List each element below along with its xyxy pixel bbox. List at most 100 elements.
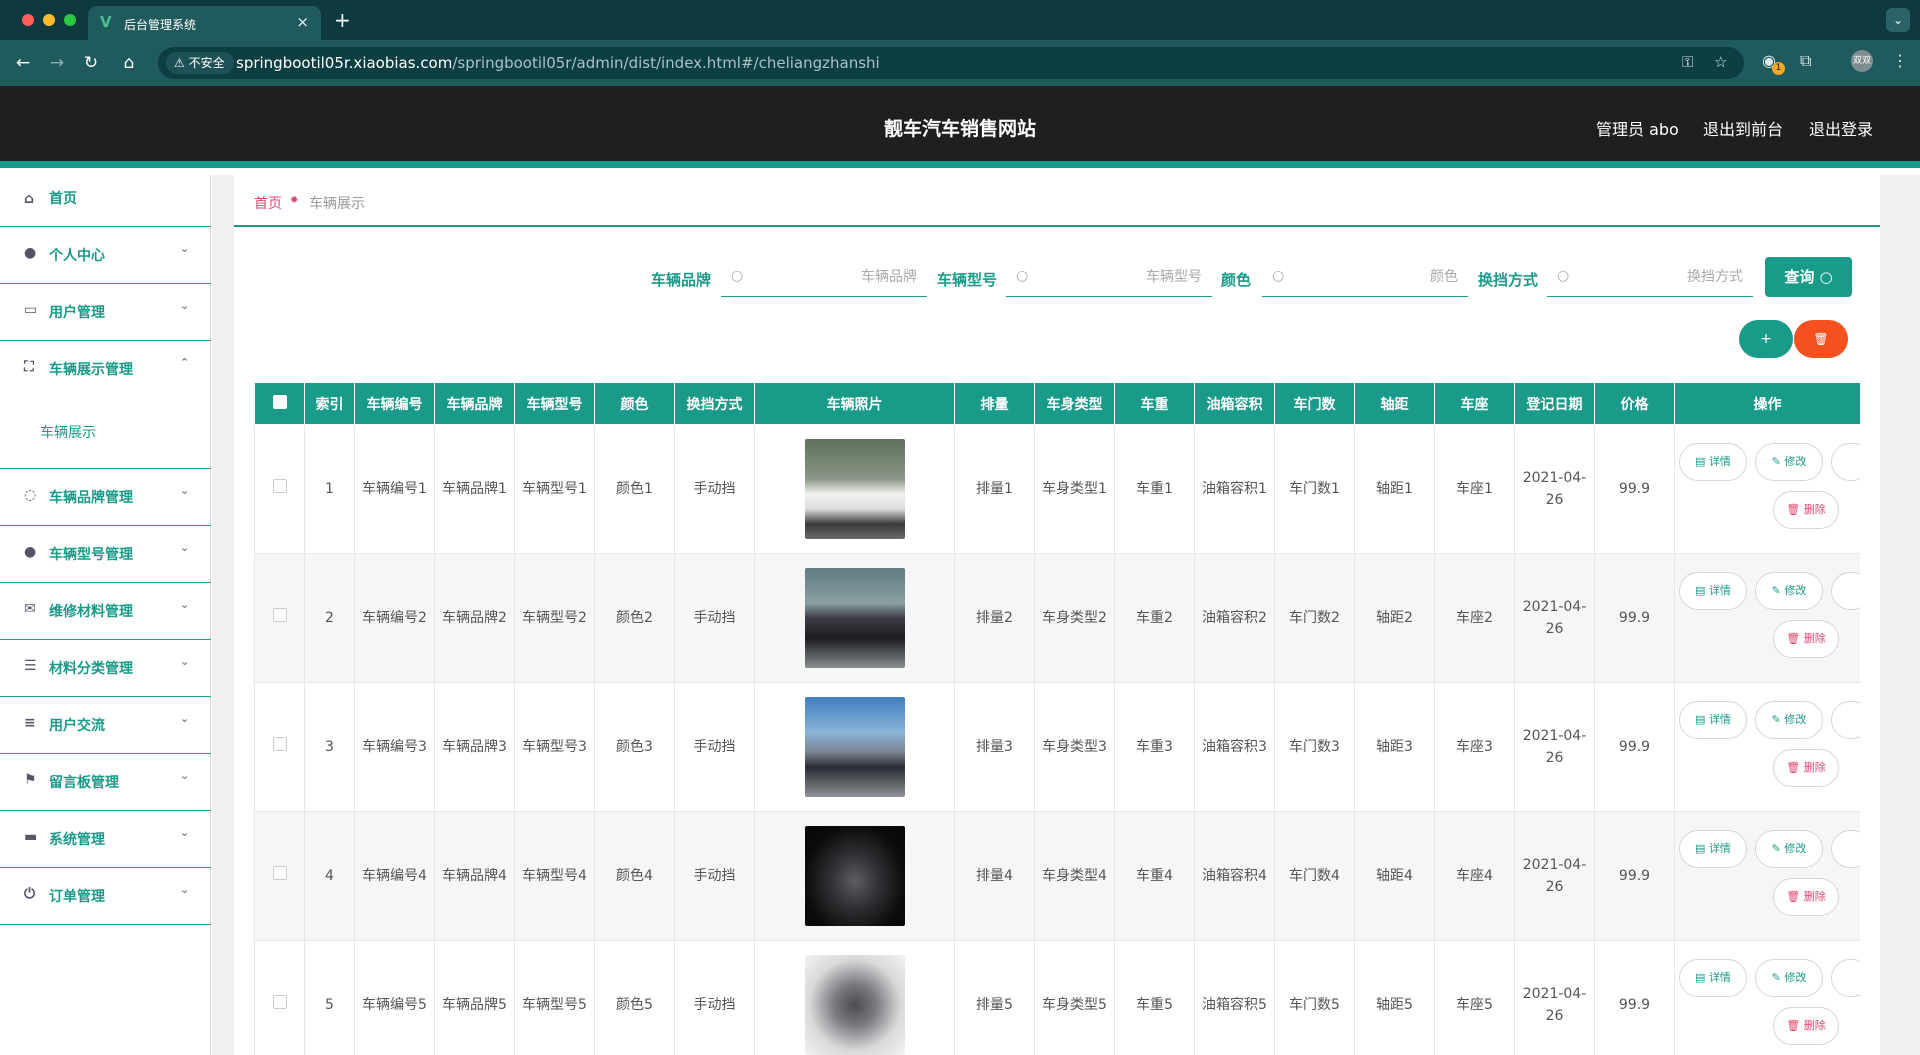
car-photo[interactable] — [804, 439, 905, 539]
detail-button[interactable]: ▤ 详情 — [1679, 959, 1747, 997]
edit-button[interactable]: ✎ 修改 — [1755, 443, 1823, 481]
color-filter-field[interactable]: ○ — [1262, 257, 1468, 297]
sidebar-item-guestbook[interactable]: ⚑ 留言板管理 ⌄ — [0, 754, 211, 811]
edit-button[interactable]: ✎ 修改 — [1755, 701, 1823, 739]
car-photo[interactable] — [804, 955, 905, 1055]
sidebar-item-user-exchange[interactable]: ≡ 用户交流 ⌄ — [0, 697, 211, 754]
detail-button[interactable]: ▤ 详情 — [1679, 830, 1747, 868]
more-row-action-button[interactable] — [1831, 572, 1860, 610]
sidebar-item-label: 车辆品牌管理 — [49, 490, 133, 506]
detail-button[interactable]: ▤ 详情 — [1679, 443, 1747, 481]
row-actions-cell: ▤ 详情 ✎ 修改 🗑 删除 — [1674, 940, 1860, 1055]
gear-filter-field[interactable]: ○ — [1547, 257, 1753, 297]
cell-tank: 油箱容积3 — [1194, 682, 1275, 812]
row-select-cell[interactable] — [254, 940, 305, 1055]
column-header: 车座 — [1434, 382, 1515, 425]
more-row-action-button[interactable] — [1831, 443, 1860, 481]
sidebar-item-label: 留言板管理 — [49, 775, 119, 791]
edit-button[interactable]: ✎ 修改 — [1755, 959, 1823, 997]
sidebar-subitem-car-display[interactable]: 车辆展示 — [0, 400, 211, 469]
star-icon[interactable]: ☆ — [1714, 53, 1727, 71]
row-checkbox[interactable] — [272, 866, 287, 880]
edit-button[interactable]: ✎ 修改 — [1755, 572, 1823, 610]
sidebar-item-brand[interactable]: ◌ 车辆品牌管理 ⌄ — [0, 469, 211, 526]
detail-button[interactable]: ▤ 详情 — [1679, 701, 1747, 739]
detail-button[interactable]: ▤ 详情 — [1679, 572, 1747, 610]
browser-tab[interactable]: V 后台管理系统 × — [88, 6, 321, 40]
sidebar-item-model[interactable]: ● 车辆型号管理 ⌄ — [0, 526, 211, 583]
gear-filter-input[interactable] — [1575, 261, 1743, 293]
brand-filter-field[interactable]: ○ — [721, 257, 927, 297]
more-icon[interactable]: ⋮ — [1892, 51, 1908, 70]
batch-delete-button[interactable]: 🗑 — [1794, 320, 1848, 358]
maximize-window-button[interactable] — [64, 14, 76, 26]
reload-icon[interactable]: ↻ — [78, 50, 104, 76]
car-photo[interactable] — [804, 568, 905, 668]
back-icon[interactable]: ← — [10, 50, 36, 76]
address-bar[interactable]: ⚠ 不安全 springbootil05r.xiaobias.com/sprin… — [158, 47, 1744, 79]
more-row-action-button[interactable] — [1831, 701, 1860, 739]
row-select-cell[interactable] — [254, 811, 305, 941]
car-photo-cell — [754, 553, 955, 683]
key-icon[interactable]: ⚿ — [1682, 53, 1693, 71]
model-filter-field[interactable]: ○ — [1006, 257, 1212, 297]
row-checkbox[interactable] — [272, 737, 287, 751]
sidebar-item-label: 用户管理 — [49, 305, 105, 321]
bell-off-icon: ◌ — [24, 487, 37, 503]
close-window-button[interactable] — [22, 14, 34, 26]
row-select-cell[interactable] — [254, 424, 305, 554]
column-header: 操作 — [1674, 382, 1860, 425]
color-filter-input[interactable] — [1290, 261, 1458, 293]
back-to-front-link[interactable]: 退出到前台 — [1703, 116, 1783, 140]
breadcrumb-home-link[interactable]: 首页 — [254, 193, 282, 213]
minimize-window-button[interactable] — [43, 14, 55, 26]
sidebar-item-users[interactable]: ▭ 用户管理 ⌄ — [0, 284, 211, 341]
forward-icon[interactable]: → — [44, 50, 70, 76]
row-actions-cell: ▤ 详情 ✎ 修改 🗑 删除 — [1674, 553, 1860, 683]
row-checkbox[interactable] — [272, 608, 287, 622]
sidebar-item-car-display[interactable]: ⛶ 车辆展示管理 ⌃ — [0, 341, 211, 398]
sidebar-item-label: 个人中心 — [49, 248, 105, 264]
sidebar-item-material-category[interactable]: ☰ 材料分类管理 ⌄ — [0, 640, 211, 697]
security-indicator[interactable]: ⚠ 不安全 — [166, 52, 234, 74]
row-actions-cell: ▤ 详情 ✎ 修改 🗑 删除 — [1674, 811, 1860, 941]
table-row: 1 车辆编号1 车辆品牌1 车辆型号1 颜色1 手动挡 排量1 车身类型1 车重1 油箱容积1 车门… — [254, 424, 1860, 554]
puzzle-icon[interactable]: ⧉ — [1800, 51, 1811, 71]
new-tab-button[interactable]: + — [334, 8, 351, 32]
model-filter-input[interactable] — [1034, 261, 1202, 293]
logout-link[interactable]: 退出登录 — [1809, 116, 1873, 140]
delete-button[interactable]: 🗑 删除 — [1773, 878, 1839, 916]
add-button[interactable]: + — [1739, 320, 1793, 358]
cell-date: 2021-04-26 — [1514, 682, 1595, 812]
sidebar-item-home[interactable]: ⌂ 首页 — [0, 175, 211, 227]
select-all-checkbox[interactable] — [254, 382, 305, 425]
delete-button[interactable]: 🗑 删除 — [1773, 1007, 1839, 1045]
car-photo[interactable] — [804, 826, 905, 926]
cell-weight: 车重2 — [1114, 553, 1195, 683]
chevron-down-icon[interactable]: ⌄ — [1886, 8, 1910, 32]
car-photo[interactable] — [804, 697, 905, 797]
sidebar-item-materials[interactable]: ✉ 维修材料管理 ⌄ — [0, 583, 211, 640]
search-button[interactable]: 查询 ○ — [1765, 257, 1852, 297]
url-text[interactable]: springbootil05r.xiaobias.com/springbooti… — [236, 54, 880, 72]
row-select-cell[interactable] — [254, 682, 305, 812]
sidebar-item-personal[interactable]: ● 个人中心 ⌄ — [0, 227, 211, 284]
more-row-action-button[interactable] — [1831, 959, 1860, 997]
delete-button[interactable]: 🗑 删除 — [1773, 491, 1839, 529]
cell-date: 2021-04-26 — [1514, 424, 1595, 554]
row-checkbox[interactable] — [272, 995, 287, 1009]
brand-filter-label: 车辆品牌 — [651, 271, 712, 289]
home-icon[interactable]: ⌂ — [116, 50, 142, 76]
brand-filter-input[interactable] — [749, 261, 917, 293]
more-row-action-button[interactable] — [1831, 830, 1860, 868]
edit-button[interactable]: ✎ 修改 — [1755, 830, 1823, 868]
sidebar-item-system[interactable]: ▬ 系统管理 ⌄ — [0, 811, 211, 868]
row-select-cell[interactable] — [254, 553, 305, 683]
delete-button[interactable]: 🗑 删除 — [1773, 620, 1839, 658]
sidebar-item-orders[interactable]: ⏻ 订单管理 ⌄ — [0, 868, 211, 925]
delete-button[interactable]: 🗑 删除 — [1773, 749, 1839, 787]
avatar[interactable]: 双双 — [1851, 50, 1873, 72]
close-icon[interactable]: × — [296, 13, 309, 31]
row-checkbox[interactable] — [272, 479, 287, 493]
car-photo-cell — [754, 940, 955, 1055]
